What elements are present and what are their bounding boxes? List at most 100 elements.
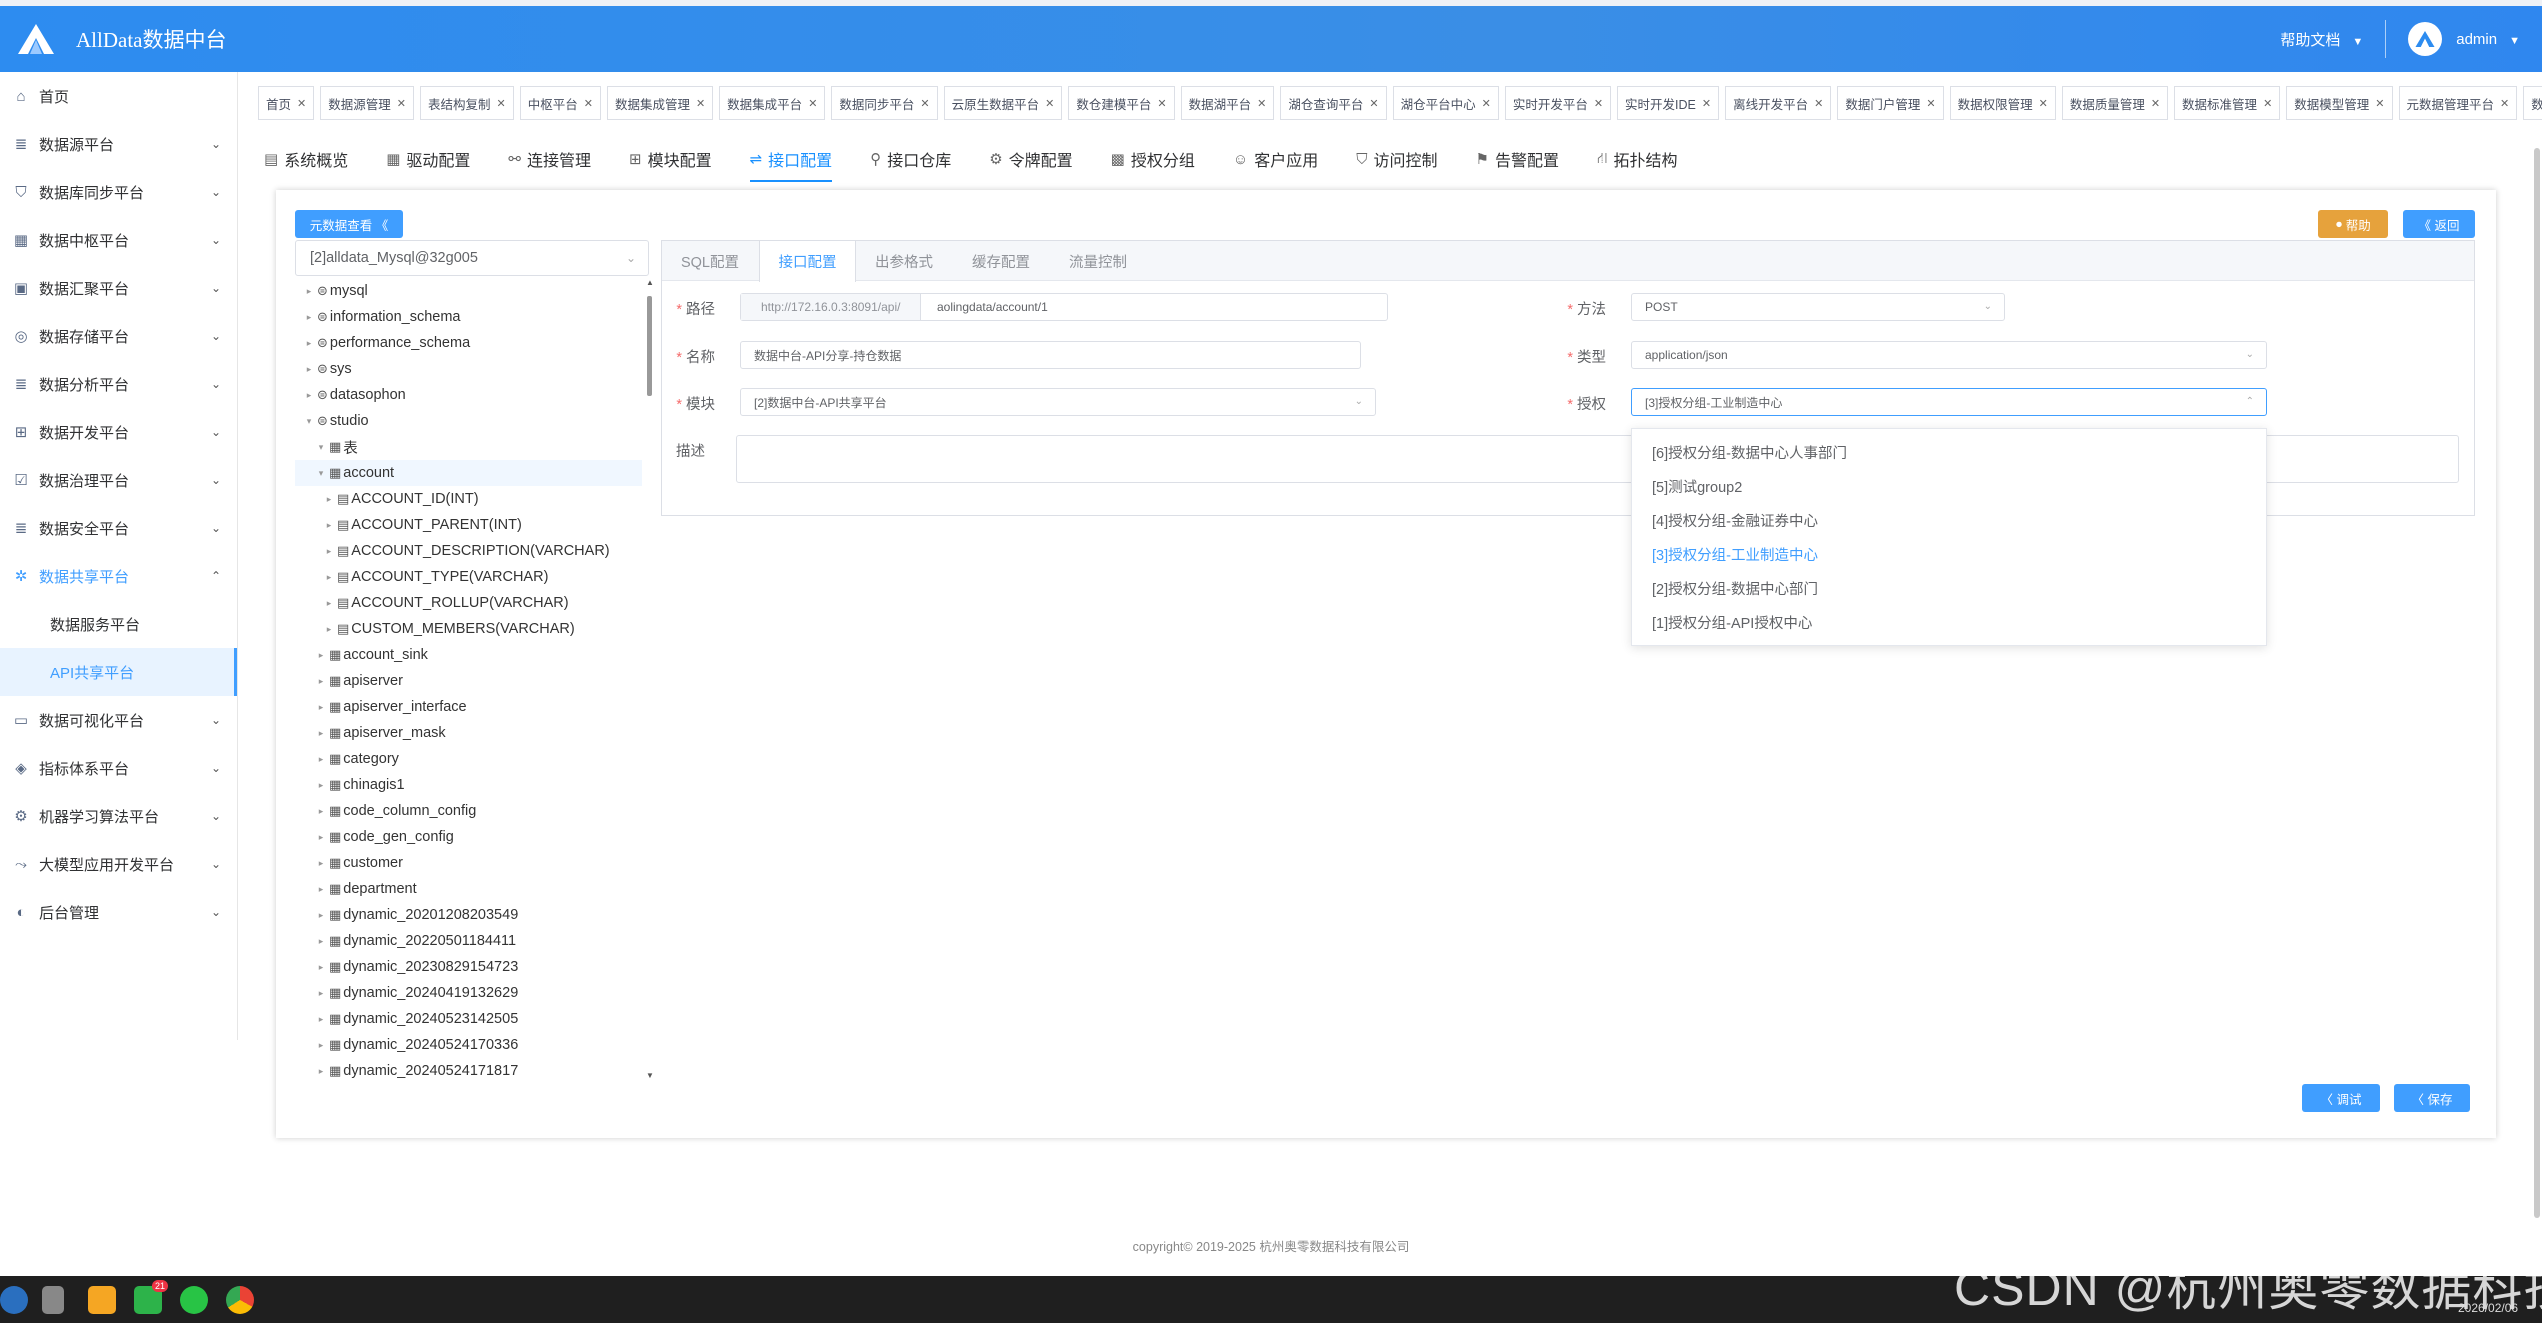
tag-item[interactable]: 数据同步平台 ✕ [831, 86, 938, 120]
tab-connection[interactable]: ⚯ 连接管理 [508, 140, 591, 178]
close-icon[interactable]: ✕ [1594, 97, 1603, 110]
tag-item[interactable]: 表结构复制 ✕ [419, 86, 514, 120]
auth-option[interactable]: [2]授权分组-数据中心部门 [1632, 571, 2266, 605]
tab-client-app[interactable]: ☺ 客户应用 [1233, 140, 1318, 178]
sidebar-item-admin[interactable]: ◐ 后台管理 ⌄ [0, 888, 237, 936]
tag-item[interactable]: 中枢平台 ✕ [519, 86, 601, 120]
sidebar-item-metrics[interactable]: ◈ 指标体系平台 ⌄ [0, 744, 237, 792]
tree-node[interactable]: ▸ ▦ department [295, 876, 642, 902]
sidebar-item-governance[interactable]: ☑ 数据治理平台 ⌄ [0, 456, 237, 504]
tab-auth-group[interactable]: ▩ 授权分组 [1111, 140, 1195, 178]
tree-node[interactable]: ▸ ▤ ACCOUNT_PARENT(INT) [295, 512, 642, 538]
page-scrollbar[interactable] [2532, 140, 2542, 1230]
tree-node[interactable]: ▸ ▤ ACCOUNT_ROLLUP(VARCHAR) [295, 590, 642, 616]
close-icon[interactable]: ✕ [496, 97, 505, 110]
tree-node[interactable]: ▸ ▦ apiserver [295, 668, 642, 694]
close-icon[interactable]: ✕ [1257, 97, 1266, 110]
sidebar-item-sharing[interactable]: ✲ 数据共享平台 ⌃ [0, 552, 237, 600]
tree-node[interactable]: ▸ ▦ category [295, 746, 642, 772]
tree-node[interactable]: ▸ ▤ ACCOUNT_ID(INT) [295, 486, 642, 512]
tree-node[interactable]: ▾ ⊜ studio [295, 408, 642, 434]
close-icon[interactable]: ✕ [696, 97, 705, 110]
tab-interface-config[interactable]: ⇌ 接口配置 [749, 140, 832, 182]
sidebar-subitem-data-service[interactable]: 数据服务平台 [0, 600, 237, 648]
tab-interface-config[interactable]: 接口配置 [759, 241, 856, 282]
debug-button[interactable]: 〈 调试 [2302, 1084, 2380, 1112]
tree-node[interactable]: ▸ ▦ apiserver_interface [295, 694, 642, 720]
help-button[interactable]: ● 帮助 [2318, 210, 2388, 238]
close-icon[interactable]: ✕ [1814, 97, 1823, 110]
tab-topology[interactable]: ⛙ 拓扑结构 [1597, 140, 1678, 178]
auth-option[interactable]: [6]授权分组-数据中心人事部门 [1632, 435, 2266, 469]
tree-node[interactable]: ▸ ▦ dynamic_20240523142505 [295, 1006, 642, 1032]
close-icon[interactable]: ✕ [1157, 97, 1166, 110]
tree-node[interactable]: ▸ ⊜ mysql [295, 278, 642, 304]
metadata-view-button[interactable]: 元数据查看 《 [295, 210, 403, 238]
close-icon[interactable]: ✕ [920, 97, 929, 110]
tree-node[interactable]: ▸ ⊜ sys [295, 356, 642, 382]
tag-item[interactable]: 云原生数据平台 ✕ [943, 86, 1063, 120]
sidebar-item-visualization[interactable]: ▭ 数据可视化平台 ⌄ [0, 696, 237, 744]
datasource-select[interactable]: [2]alldata_Mysql@32g005 ⌄ [295, 240, 649, 276]
tree-node[interactable]: ▸ ▦ chinagis1 [295, 772, 642, 798]
tree-node[interactable]: ▸ ▦ customer [295, 850, 642, 876]
help-docs-menu[interactable]: 帮助文档 ▼ [2280, 29, 2363, 50]
type-select[interactable]: application/json ⌄ [1631, 341, 2267, 369]
start-icon[interactable] [0, 1286, 28, 1314]
tree-node[interactable]: ▾ ▦ account [295, 460, 642, 486]
auth-select[interactable]: [3]授权分组-工业制造中心 ⌃ [1631, 388, 2267, 416]
sidebar-item-storage[interactable]: ◎ 数据存储平台 ⌄ [0, 312, 237, 360]
save-button[interactable]: 〈 保存 [2394, 1084, 2470, 1112]
tag-item[interactable]: 湖仓平台中心 ✕ [1392, 86, 1499, 120]
close-icon[interactable]: ✕ [397, 97, 406, 110]
tree-node[interactable]: ▸ ⊜ information_schema [295, 304, 642, 330]
chrome-icon[interactable] [226, 1286, 254, 1314]
tag-item[interactable]: 实时开发IDE ✕ [1617, 86, 1720, 120]
tree-node[interactable]: ▸ ▦ code_column_config [295, 798, 642, 824]
tab-rate-limit[interactable]: 流量控制 [1050, 241, 1147, 281]
tree-node[interactable]: ▸ ▦ dynamic_20201208203549 [295, 902, 642, 928]
close-icon[interactable]: ✕ [2039, 97, 2048, 110]
close-icon[interactable]: ✕ [297, 97, 306, 110]
tab-interface-repo[interactable]: ⚲ 接口仓库 [870, 140, 951, 178]
tag-item[interactable]: 数据集成平台 ✕ [719, 86, 826, 120]
alldata-logo-icon[interactable] [14, 17, 58, 61]
sidebar-item-ml[interactable]: ⚙ 机器学习算法平台 ⌄ [0, 792, 237, 840]
sidebar-item-db-sync[interactable]: ⛉ 数据库同步平台 ⌄ [0, 168, 237, 216]
auth-option[interactable]: [4]授权分组-金融证券中心 [1632, 503, 2266, 537]
close-icon[interactable]: ✕ [1369, 97, 1378, 110]
tree-node[interactable]: ▸ ▦ dynamic_20240524170336 [295, 1032, 642, 1058]
close-icon[interactable]: ✕ [2375, 97, 2384, 110]
tag-item[interactable]: 元数据管理平台 ✕ [2398, 86, 2518, 120]
tab-module-config[interactable]: ⊞ 模块配置 [629, 140, 712, 178]
tree-node[interactable]: ▾ ▦ 表 [295, 434, 642, 460]
tag-item[interactable]: 离线开发平台 ✕ [1725, 86, 1832, 120]
sidebar-item-security[interactable]: ≣ 数据安全平台 ⌄ [0, 504, 237, 552]
close-icon[interactable]: ✕ [2263, 97, 2272, 110]
scroll-down-icon[interactable]: ▼ [645, 1071, 655, 1080]
tag-item[interactable]: 数据模型管理 ✕ [2286, 86, 2393, 120]
tag-item[interactable]: 首页 ✕ [258, 86, 315, 120]
tab-system-overview[interactable]: ▤ 系统概览 [264, 140, 348, 178]
tree-node[interactable]: ▸ ▦ dynamic_20240419132629 [295, 980, 642, 1006]
sidebar-item-aggregation[interactable]: ▣ 数据汇聚平台 ⌄ [0, 264, 237, 312]
sidebar-item-home[interactable]: ⌂ 首页 [0, 72, 237, 120]
tree-scrollbar[interactable]: ▲ ▼ [645, 278, 655, 1080]
tag-item[interactable]: 数据质 [2523, 86, 2542, 120]
tree-node[interactable]: ▸ ▦ dynamic_20240524171817 [295, 1058, 642, 1080]
tab-access-control[interactable]: ⛉ 访问控制 [1356, 140, 1437, 178]
name-input[interactable]: 数据中台-API分享-持仓数据 [740, 341, 1361, 369]
close-icon[interactable]: ✕ [1926, 97, 1935, 110]
tag-item[interactable]: 实时开发平台 ✕ [1504, 86, 1612, 120]
sidebar-subitem-api-share[interactable]: API共享平台 [0, 648, 237, 696]
sidebar-item-datasource[interactable]: ≣ 数据源平台 ⌄ [0, 120, 237, 168]
tree-node[interactable]: ▸ ▤ CUSTOM_MEMBERS(VARCHAR) [295, 616, 642, 642]
tree-node[interactable]: ▸ ⊜ datasophon [295, 382, 642, 408]
tab-cache-config[interactable]: 缓存配置 [953, 241, 1050, 281]
tag-item[interactable]: 数据门户管理 ✕ [1837, 86, 1944, 120]
auth-option[interactable]: [1]授权分组-API授权中心 [1632, 605, 2266, 639]
tree-node[interactable]: ▸ ▦ dynamic_20220501184411 [295, 928, 642, 954]
path-input[interactable]: http://172.16.0.3:8091/api/aolingdata/ac… [740, 293, 1388, 321]
tab-token-config[interactable]: ⚙ 令牌配置 [989, 140, 1072, 178]
tree-node[interactable]: ▸ ⊜ performance_schema [295, 330, 642, 356]
